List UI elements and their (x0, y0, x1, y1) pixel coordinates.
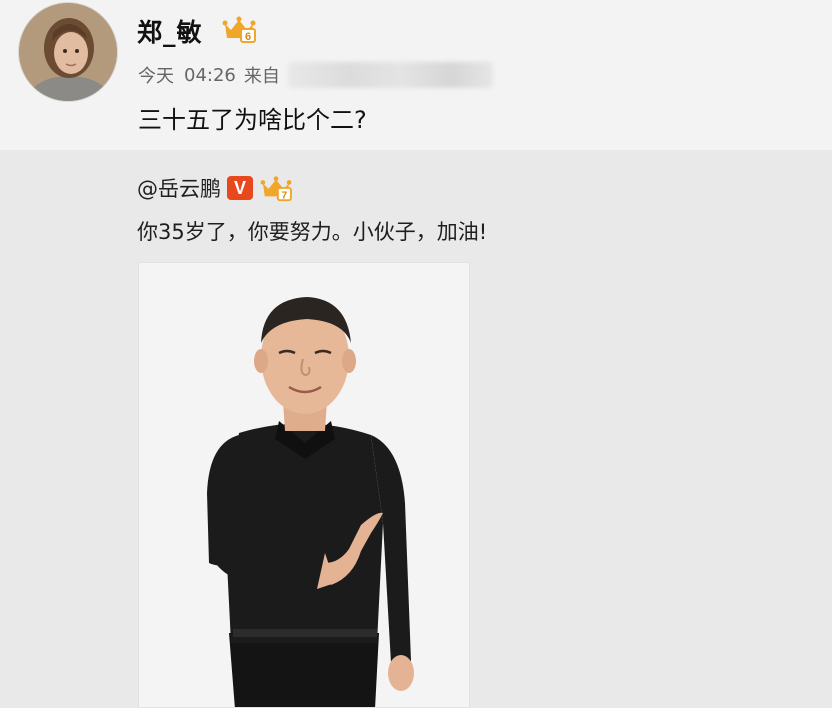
svg-text:7: 7 (282, 190, 288, 201)
blurred-source (287, 62, 493, 88)
repost-mention[interactable]: @岳云鹏 (137, 173, 221, 203)
original-post: 郑_敏 6 今天 04:26 来自 三十五了为啥比个二? (0, 0, 832, 150)
avatar-photo-icon (19, 3, 117, 101)
crown-level-badge-icon[interactable]: 6 (221, 14, 257, 44)
post-source-label: 来自 (243, 66, 280, 87)
post-text: 三十五了为啥比个二? (138, 106, 367, 134)
user-avatar[interactable] (18, 2, 118, 102)
repost-text: 你35岁了，你要努力。小伙子，加油! (137, 220, 488, 244)
post-time[interactable]: 04:26 (184, 65, 236, 86)
man-pointing-photo-icon (139, 263, 469, 707)
crown-level-badge-icon[interactable]: 7 (259, 174, 293, 202)
post-date-label: 今天 (138, 66, 174, 87)
svg-text:6: 6 (245, 31, 251, 43)
reposted-content[interactable]: @岳云鹏 V 7 你35岁了，你要努力。小伙子，加油! (0, 150, 832, 708)
post-username[interactable]: 郑_敏 (137, 13, 203, 49)
post-meta: 今天 04:26 来自 (138, 62, 493, 88)
repost-user: @岳云鹏 V 7 (137, 173, 293, 203)
repost-photo[interactable] (138, 262, 470, 708)
verified-v-icon: V (227, 176, 253, 200)
